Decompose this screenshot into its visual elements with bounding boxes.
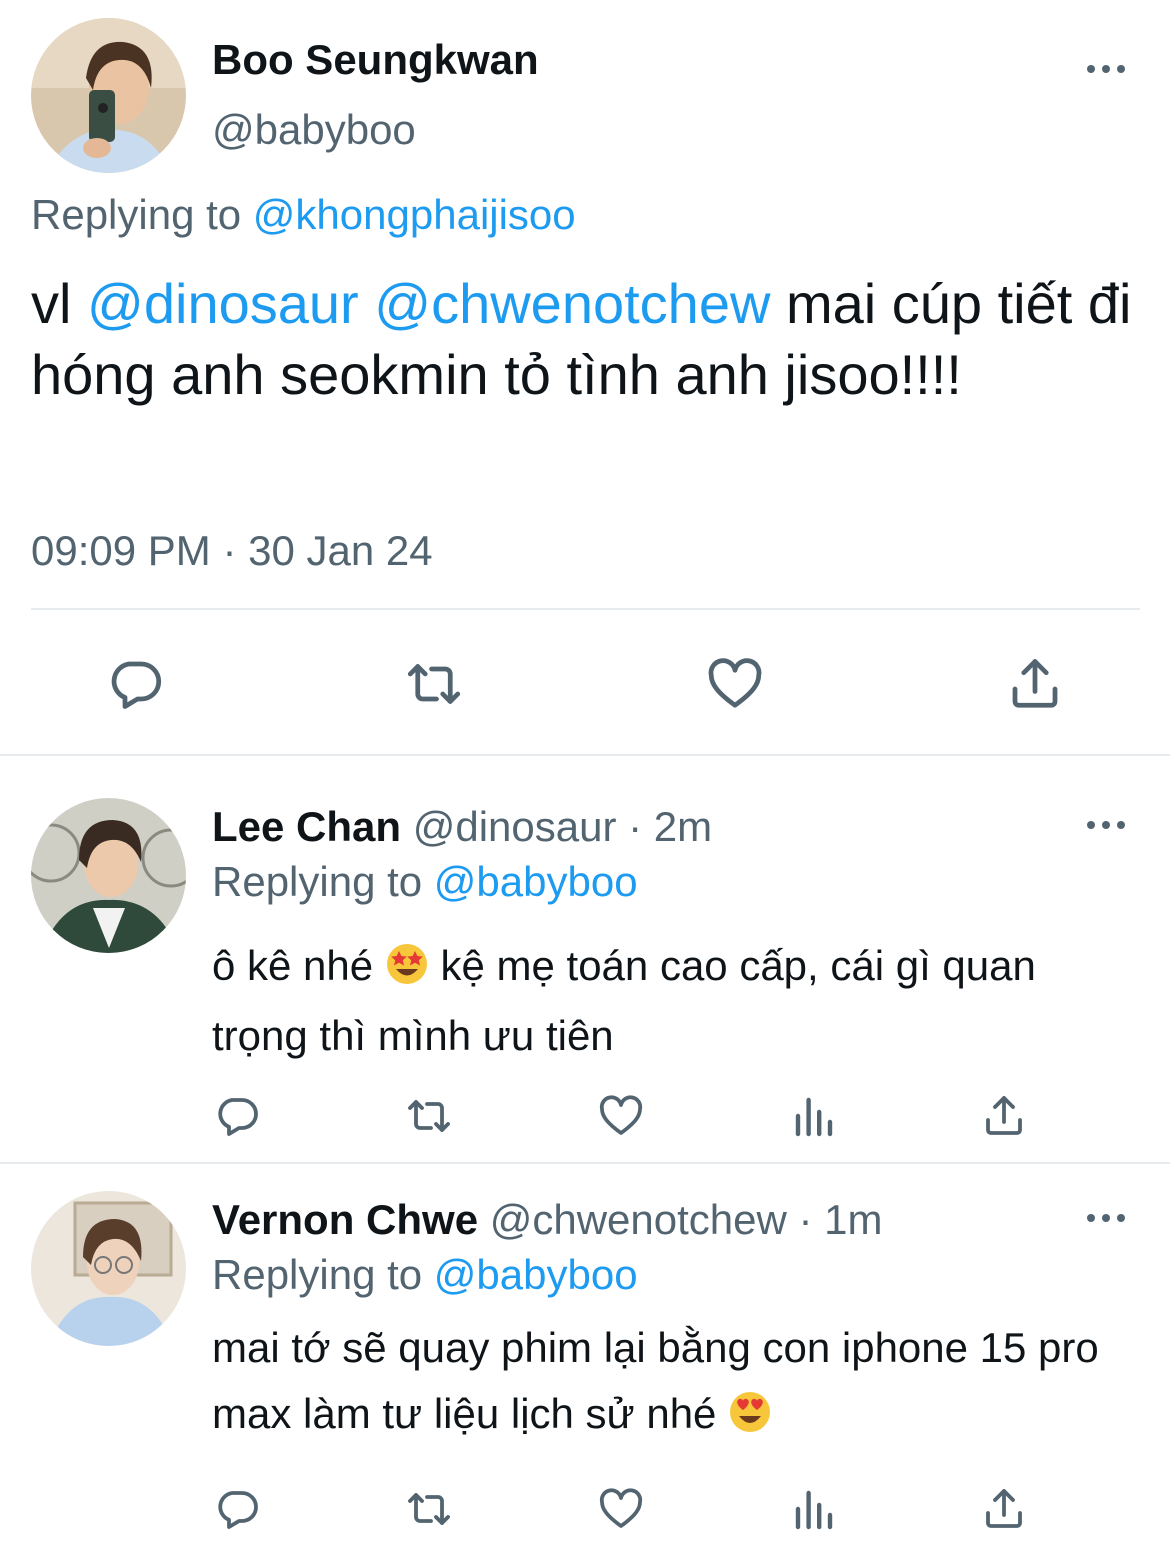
section-divider	[0, 1162, 1170, 1164]
views-icon[interactable]	[790, 1092, 838, 1140]
handle[interactable]: @dinosaur	[413, 803, 617, 850]
display-name[interactable]: Lee Chan	[212, 803, 401, 850]
replying-line: Replying to @babyboo	[212, 857, 638, 907]
heart-eyes-emoji	[728, 1387, 772, 1453]
reply-text-start: ô kê nhé	[212, 942, 374, 989]
like-icon[interactable]	[597, 1485, 645, 1533]
post-time[interactable]: · 1m	[799, 1196, 883, 1243]
replying-line: Replying to @khongphaijisoo	[31, 190, 576, 240]
reply-text: mai tớ sẽ quay phim lại bằng con iphone …	[212, 1315, 1112, 1453]
reply-header: Vernon Chwe @chwenotchew · 1m	[212, 1195, 883, 1245]
post-time[interactable]: · 2m	[628, 803, 712, 850]
tweet-text-start: vl	[31, 272, 72, 335]
star-struck-emoji	[385, 940, 429, 1004]
reply-text: ô kê nhé kệ mẹ toán cao cấp, cái gì quan…	[212, 934, 1112, 1068]
replying-to-link[interactable]: @babyboo	[434, 858, 638, 905]
reply-icon[interactable]	[213, 1485, 261, 1533]
reply-header: Lee Chan @dinosaur · 2m	[212, 802, 712, 852]
replying-label: Replying to	[212, 1251, 423, 1298]
replying-to-link[interactable]: @babyboo	[434, 1251, 638, 1298]
tweet-text: vl @dinosaur @chwenotchew mai cúp tiết đ…	[31, 268, 1141, 410]
avatar[interactable]	[31, 18, 186, 173]
handle[interactable]: @babyboo	[212, 106, 416, 154]
section-divider	[0, 754, 1170, 756]
replying-label: Replying to	[212, 858, 423, 905]
share-icon[interactable]	[1005, 654, 1065, 714]
reply-icon[interactable]	[213, 1092, 261, 1140]
more-icon[interactable]	[1087, 63, 1125, 75]
display-name[interactable]: Boo Seungkwan	[212, 36, 539, 84]
retweet-icon[interactable]	[403, 1485, 455, 1533]
reply-text-start: mai tớ sẽ quay phim lại bằng con iphone …	[212, 1324, 1099, 1437]
retweet-icon[interactable]	[403, 1092, 455, 1140]
like-icon[interactable]	[597, 1092, 645, 1140]
more-icon[interactable]	[1087, 819, 1125, 831]
retweet-icon[interactable]	[402, 654, 466, 714]
handle[interactable]: @chwenotchew	[490, 1196, 787, 1243]
more-icon[interactable]	[1087, 1212, 1125, 1224]
reply-icon[interactable]	[105, 654, 165, 714]
replying-to-link[interactable]: @khongphaijisoo	[253, 191, 576, 238]
divider	[31, 608, 1140, 610]
replying-label: Replying to	[31, 191, 242, 238]
mention-dinosaur[interactable]: @dinosaur	[87, 272, 359, 335]
avatar[interactable]	[31, 1191, 186, 1346]
like-icon[interactable]	[705, 654, 765, 714]
share-icon[interactable]	[980, 1092, 1028, 1140]
timestamp[interactable]: 09:09 PM · 30 Jan 24	[31, 526, 433, 576]
avatar[interactable]	[31, 798, 186, 953]
views-icon[interactable]	[790, 1485, 838, 1533]
share-icon[interactable]	[980, 1485, 1028, 1533]
mention-chwenotchew[interactable]: @chwenotchew	[374, 272, 770, 335]
display-name[interactable]: Vernon Chwe	[212, 1196, 478, 1243]
replying-line: Replying to @babyboo	[212, 1250, 638, 1300]
